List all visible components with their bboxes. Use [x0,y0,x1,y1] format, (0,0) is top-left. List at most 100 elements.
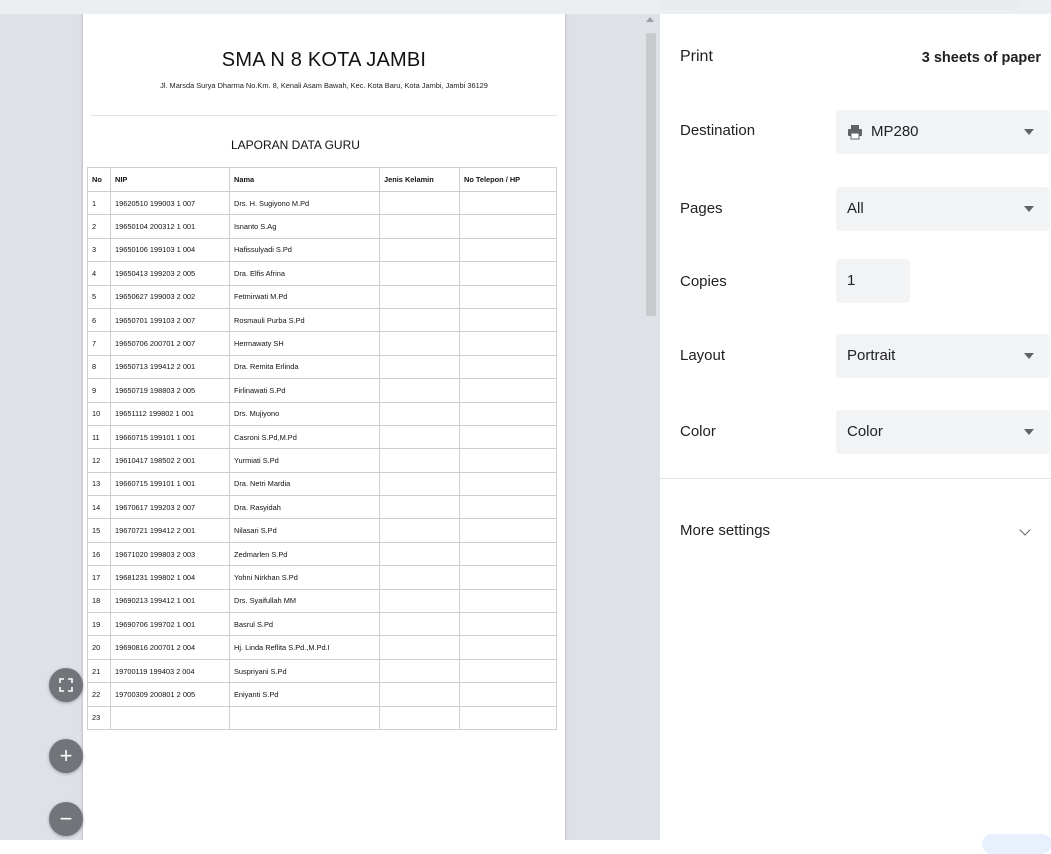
copies-label: Copies [680,273,727,290]
table-cell [459,424,557,450]
layout-select[interactable]: Portrait [836,334,1050,378]
table-cell [379,705,460,730]
table-cell [379,331,460,356]
fit-to-page-button[interactable] [49,668,83,702]
scroll-up-arrow-icon[interactable] [646,17,654,22]
table-row: 17 19681231 199802 1 004 Yohni Nirkhan S.P… [87,565,557,590]
table-cell: 19 [87,612,111,637]
table-cell: 17 [87,565,111,590]
table-cell [379,190,460,216]
table-cell [229,705,380,730]
pages-label: Pages [680,200,723,217]
table-row: 16 19671020 199803 2 003 Zedmarlen S.Pd [87,541,557,567]
table-cell: 14 [87,495,111,520]
scrollbar-thumb[interactable] [646,33,656,316]
table-cell [459,448,557,473]
table-cell: 7 [87,331,111,356]
table-row: 9 19650719 198803 2 005 Firlinawati S.Pd [87,378,557,403]
table-cell [459,401,557,426]
table-cell: 13 [87,471,111,497]
destination-select[interactable]: MP280 [836,110,1050,154]
table-cell: 19650413 199203 2 005 [110,261,230,286]
table-row: 10 19651112 199802 1 001 Drs. Mujiyono [87,401,557,426]
table-cell: 19690213 199412 1 001 [110,588,230,614]
table-row: 5 19650627 199003 2 002 Fetmirwati M.Pd [87,284,557,309]
table-row: 23 [87,705,557,730]
table-cell: 12 [87,448,111,473]
print-settings-panel: Print 3 sheets of paper Destination MP28… [660,14,1051,840]
table-row: 2 19650104 200312 1 001 Isnanto S.Ag [87,214,557,239]
table-cell: 19650701 199103 2 007 [110,307,230,333]
table-cell: 19670617 199203 2 007 [110,495,230,520]
table-cell [379,237,460,263]
table-cell: 5 [87,284,111,309]
zoom-in-button[interactable]: + [49,739,83,773]
table-cell [459,635,557,660]
table-cell [459,307,557,333]
print-title: Print [680,48,713,65]
table-cell [379,471,460,497]
table-cell: 15 [87,518,111,543]
table-cell: 6 [87,307,111,333]
top-strip-tab [660,0,1020,10]
table-cell: 19660715 199101 1 001 [110,424,230,450]
table-cell: Drs. Syaifullah MM [229,588,380,614]
table-cell [459,612,557,637]
zoom-out-button[interactable]: − [49,802,83,836]
table-cell [459,331,557,356]
color-select[interactable]: Color [836,410,1050,454]
school-title: SMA N 8 KOTA JAMBI [221,49,427,71]
layout-value: Portrait [847,347,896,364]
table-row: 8 19650713 199412 2 001 Dra. Remita Erlind… [87,354,557,380]
table-cell: Drs. H. Sugiyono M.Pd [229,190,380,216]
table-cell [379,588,460,614]
table-cell: 19651112 199802 1 001 [110,401,230,426]
table-cell [459,190,557,216]
table-row: 7 19650706 200701 2 007 Hermawaty SH [87,331,557,356]
table-cell: Casroni S.Pd,M.Pd [229,424,380,450]
table-row: 15 19670721 199412 2 001 Nilasari S.Pd [87,518,557,543]
column-header: No [87,167,111,192]
table-cell: Yohni Nirkhan S.Pd [229,565,380,590]
table-row: 19 19690706 199702 1 001 Basrul S.Pd [87,612,557,637]
table-cell [459,518,557,543]
table-cell: 11 [87,424,111,450]
table-cell [459,378,557,403]
teacher-table: No NIP Nama Jenis Kelamin No Telepon / H… [87,167,557,730]
chevron-down-icon[interactable] [1019,524,1031,536]
copies-input[interactable]: 1 [836,259,910,303]
table-cell: 19700309 200801 2 005 [110,682,230,707]
table-cell: 19650713 199412 2 001 [110,354,230,380]
table-cell: Basrul S.Pd [229,612,380,637]
table-cell [379,541,460,567]
table-cell [379,448,460,473]
table-cell [379,565,460,590]
table-cell [379,214,460,239]
table-cell: Zedmarlen S.Pd [229,541,380,567]
table-cell [379,284,460,309]
table-row: 14 19670617 199203 2 007 Dra. Rasyidah [87,495,557,520]
more-settings-toggle[interactable]: More settings [680,522,770,539]
school-address: Jl. Marsda Surya Dharma No.Km. 8, Kenali… [160,81,488,90]
table-cell: 19670721 199412 2 001 [110,518,230,543]
table-cell [379,495,460,520]
table-row: 21 19700119 199403 2 004 Suspriyani S.Pd [87,658,557,684]
table-cell [459,565,557,590]
table-row: 4 19650413 199203 2 005 Dra. Elfis Afrina [87,261,557,286]
table-cell: Suspriyani S.Pd [229,658,380,684]
pages-select[interactable]: All [836,187,1050,231]
settings-divider [660,478,1051,479]
print-button[interactable] [982,834,1051,854]
table-cell: 19650106 199103 1 004 [110,237,230,263]
table-cell [459,284,557,309]
table-row: 6 19650701 199103 2 007 Rosmauli Purba S.P… [87,307,557,333]
print-preview-area: SMA N 8 KOTA JAMBI Jl. Marsda Surya Dhar… [0,0,660,840]
copies-value: 1 [847,272,856,289]
table-cell: 16 [87,541,111,567]
table-cell: 19681231 199802 1 004 [110,565,230,590]
table-cell: 2 [87,214,111,239]
table-cell [459,682,557,707]
table-cell: 10 [87,401,111,426]
fit-to-page-icon [59,678,73,692]
printer-icon [848,125,862,140]
